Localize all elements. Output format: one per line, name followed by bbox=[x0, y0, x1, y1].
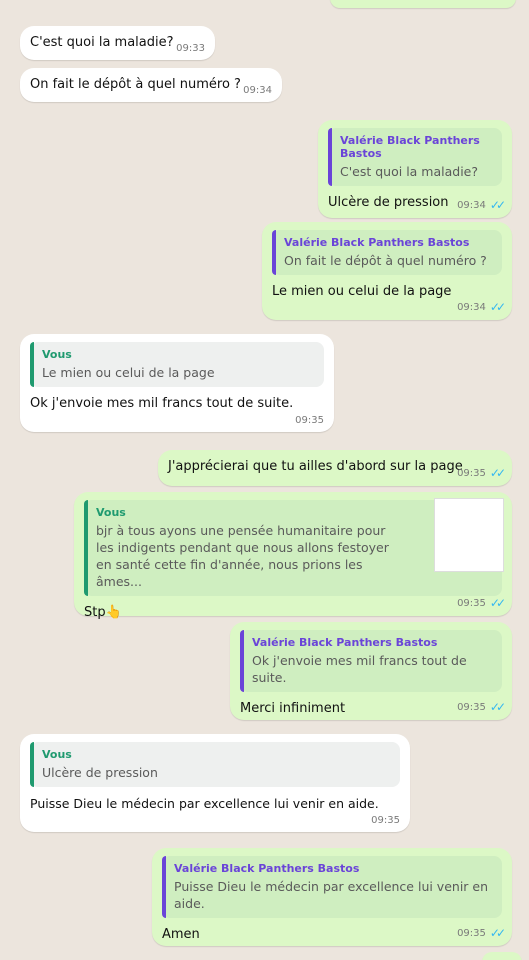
message-time: 09:35 ✓✓ bbox=[457, 700, 506, 714]
quoted-message[interactable]: Vous Ulcère de pression bbox=[30, 742, 400, 787]
message-text: J'apprécierai que tu ailles d'abord sur … bbox=[168, 459, 463, 474]
quote-text: Ulcère de pression bbox=[42, 765, 158, 780]
quote-author: Vous bbox=[42, 748, 72, 761]
message-time: 09:34 ✓✓ bbox=[457, 300, 506, 314]
quote-text: C'est quoi la maladie? bbox=[340, 164, 479, 179]
message-bubble[interactable]: Valérie Black Panthers Bastos Ok j'envoi… bbox=[230, 622, 512, 720]
quoted-message[interactable]: Vous Le mien ou celui de la page bbox=[30, 342, 324, 387]
quote-author: Vous bbox=[42, 348, 72, 361]
message-time: 09:35 ✓✓ bbox=[457, 466, 506, 480]
quote-author: Valérie Black Panthers Bastos bbox=[252, 636, 438, 649]
quote-author: Valérie Black Panthers Bastos bbox=[340, 134, 480, 160]
double-check-icon: ✓✓ bbox=[489, 466, 506, 480]
message-time: 09:34 ✓✓ bbox=[457, 198, 506, 212]
message-text: On fait le dépôt à quel numéro ? bbox=[30, 77, 241, 92]
message-bubble[interactable]: C'est quoi la maladie? 09:33 bbox=[20, 26, 215, 60]
message-bubble[interactable]: Valérie Black Panthers Bastos On fait le… bbox=[262, 222, 512, 320]
quote-text-line: les indigents pendant que nous allons fe… bbox=[96, 540, 389, 555]
quote-text-line: bjr à tous ayons une pensée humanitaire … bbox=[96, 523, 386, 538]
message-text: Puisse Dieu le médecin par excellence lu… bbox=[30, 796, 379, 811]
message-time: 09:35 bbox=[295, 415, 324, 426]
message-bubble[interactable]: Valérie Black Panthers Bastos C'est quoi… bbox=[318, 120, 512, 218]
message-time: 09:35 bbox=[371, 815, 400, 826]
message-bubble[interactable]: Vous Le mien ou celui de la page Ok j'en… bbox=[20, 334, 334, 432]
message-bubble[interactable]: Valérie Black Panthers Bastos Puisse Die… bbox=[152, 848, 512, 946]
double-check-icon: ✓✓ bbox=[489, 596, 506, 610]
message-bubble-partial[interactable] bbox=[482, 952, 522, 960]
quote-author: Vous bbox=[96, 506, 126, 519]
double-check-icon: ✓✓ bbox=[489, 926, 506, 940]
quote-text: Le mien ou celui de la page bbox=[42, 365, 215, 380]
message-bubble[interactable]: On fait le dépôt à quel numéro ? 09:34 bbox=[20, 68, 282, 102]
message-text: Ok j'envoie mes mil francs tout de suite… bbox=[30, 396, 294, 411]
double-check-icon: ✓✓ bbox=[489, 700, 506, 714]
quoted-image-thumbnail bbox=[434, 498, 504, 572]
quote-text: On fait le dépôt à quel numéro ? bbox=[284, 253, 487, 268]
quoted-message[interactable]: Valérie Black Panthers Bastos Puisse Die… bbox=[162, 856, 502, 918]
message-text: Amen bbox=[162, 927, 200, 942]
double-check-icon: ✓✓ bbox=[489, 300, 506, 314]
double-check-icon: ✓✓ bbox=[489, 198, 506, 212]
quote-text-line: en santé cette fin d'année, nous prions … bbox=[96, 557, 363, 589]
message-time: 09:34 bbox=[243, 85, 272, 96]
chat-area: C'est quoi la maladie? 09:33 On fait le … bbox=[0, 0, 529, 960]
quoted-message[interactable]: Valérie Black Panthers Bastos C'est quoi… bbox=[328, 128, 502, 186]
quote-text: Puisse Dieu le médecin par excellence lu… bbox=[174, 879, 489, 911]
message-time: 09:33 bbox=[176, 43, 205, 54]
message-text: Le mien ou celui de la page bbox=[272, 284, 452, 299]
message-bubble[interactable]: Vous Ulcère de pression Puisse Dieu le m… bbox=[20, 734, 410, 832]
quoted-message[interactable]: Valérie Black Panthers Bastos On fait le… bbox=[272, 230, 502, 275]
message-bubble[interactable]: Vous bjr à tous ayons une pensée humanit… bbox=[74, 492, 512, 620]
message-text: Stp👆 bbox=[84, 605, 122, 620]
message-bubble[interactable]: J'apprécierai que tu ailles d'abord sur … bbox=[158, 450, 512, 486]
message-time: 09:35 ✓✓ bbox=[457, 596, 506, 610]
message-time: 09:35 ✓✓ bbox=[457, 926, 506, 940]
quoted-message[interactable]: Valérie Black Panthers Bastos Ok j'envoi… bbox=[240, 630, 502, 692]
quote-author: Valérie Black Panthers Bastos bbox=[284, 236, 470, 249]
quote-author: Valérie Black Panthers Bastos bbox=[174, 862, 360, 875]
quote-text: Ok j'envoie mes mil francs tout de suite… bbox=[252, 653, 467, 685]
message-bubble-partial[interactable] bbox=[330, 0, 516, 8]
